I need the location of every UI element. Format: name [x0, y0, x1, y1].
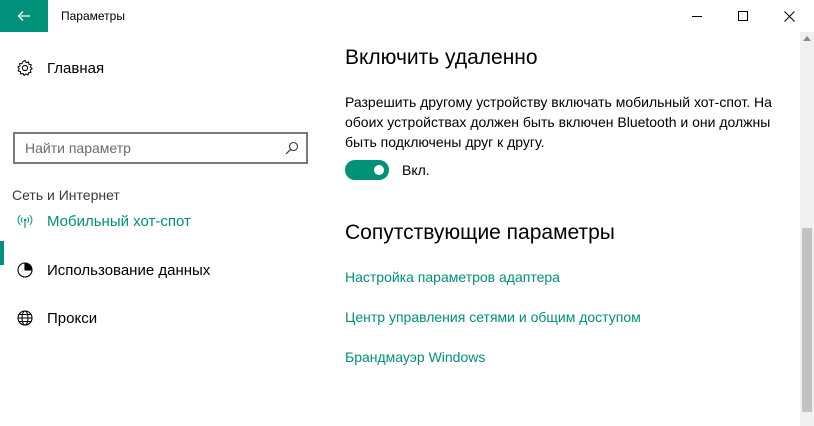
- maximize-icon: [738, 11, 748, 21]
- main-content: Включить удаленно Разрешить другому устр…: [325, 32, 800, 426]
- minimize-button[interactable]: [674, 0, 720, 32]
- page-title: Включить удаленно: [345, 46, 538, 69]
- sidebar-item-label: Прокси: [47, 309, 98, 327]
- maximize-button[interactable]: [720, 0, 766, 32]
- related-settings-heading: Сопутствующие параметры: [345, 221, 615, 244]
- scroll-up-button[interactable]: [800, 32, 814, 44]
- network-sharing-center-link[interactable]: Центр управления сетями и общим доступом: [345, 309, 641, 325]
- arrow-left-icon: [17, 11, 30, 21]
- back-button[interactable]: [0, 0, 48, 32]
- close-button[interactable]: [766, 0, 812, 32]
- gear-icon: [15, 58, 35, 78]
- hotspot-icon: [15, 211, 35, 231]
- sidebar: Главная Сеть и Интернет Мобильный хот-сп…: [0, 32, 325, 426]
- sidebar-item-mobile-hotspot[interactable]: Мобильный хот-спот: [0, 201, 325, 241]
- data-usage-icon: [15, 260, 35, 280]
- close-icon: [783, 10, 795, 22]
- sidebar-item-label: Использование данных: [47, 261, 211, 279]
- description-text: Разрешить другому устройству включать мо…: [345, 94, 772, 150]
- globe-icon: [15, 308, 35, 328]
- sidebar-item-proxy[interactable]: Прокси: [0, 298, 325, 338]
- sidebar-item-label: Мобильный хот-спот: [47, 212, 191, 230]
- search-input[interactable]: [25, 139, 275, 157]
- window-title: Параметры: [61, 9, 125, 23]
- sidebar-item-data-usage[interactable]: Использование данных: [0, 250, 325, 290]
- scroll-thumb[interactable]: [802, 228, 812, 412]
- search-box[interactable]: [13, 132, 308, 164]
- adapter-settings-link[interactable]: Настройка параметров адаптера: [345, 269, 560, 285]
- sidebar-item-label: Главная: [47, 59, 105, 77]
- sidebar-item-home[interactable]: Главная: [0, 48, 325, 88]
- scrollbar[interactable]: [800, 32, 814, 426]
- windows-firewall-link[interactable]: Брандмауэр Windows: [345, 349, 485, 365]
- chevron-up-icon: [803, 35, 811, 41]
- search-icon[interactable]: [284, 140, 300, 156]
- toggle-state-label: Вкл.: [402, 162, 430, 178]
- toggle-knob: [374, 165, 384, 175]
- remote-enable-toggle[interactable]: [345, 160, 389, 180]
- title-bar: Параметры: [0, 0, 814, 32]
- minimize-icon: [692, 16, 702, 17]
